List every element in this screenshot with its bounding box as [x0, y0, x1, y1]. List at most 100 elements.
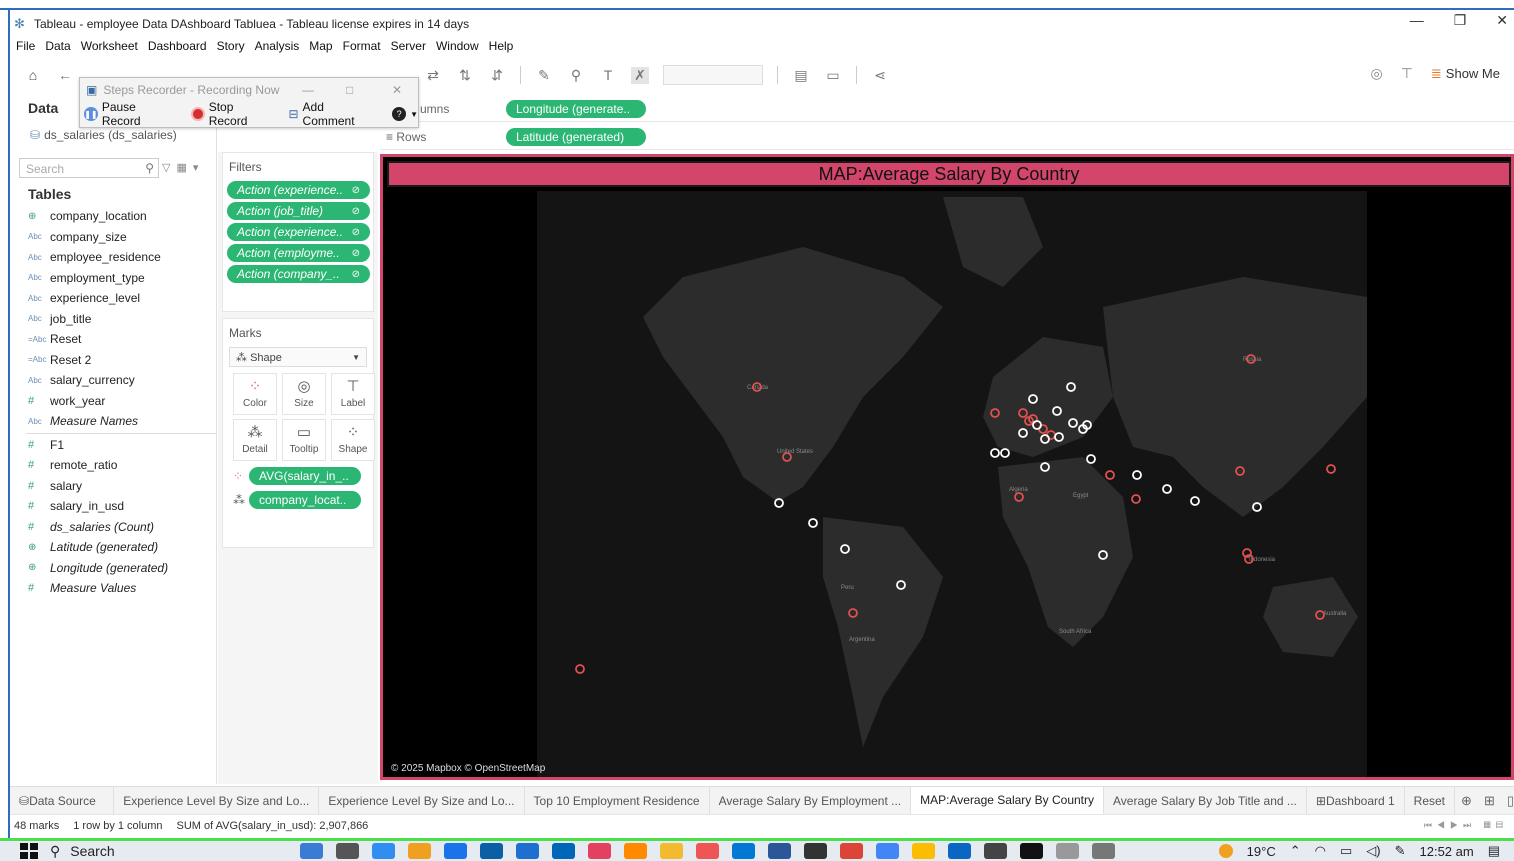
sort-descending-icon[interactable]: ⇵: [488, 67, 506, 84]
taskbar-app-icon[interactable]: [804, 843, 827, 859]
field-item[interactable]: # ds_salaries (Count): [26, 517, 216, 538]
field-item[interactable]: Abc company_size: [26, 227, 216, 248]
sheet-tab[interactable]: Top 10 Employment Residence: [525, 787, 710, 814]
taskbar-app-icon[interactable]: [480, 843, 503, 859]
taskbar-app-icon[interactable]: [552, 843, 575, 859]
share-icon[interactable]: ⋖: [871, 67, 889, 84]
menu-map[interactable]: Map: [309, 39, 332, 53]
new-dashboard-icon[interactable]: ⊞: [1484, 793, 1495, 809]
taskbar-app-icon[interactable]: [588, 843, 611, 859]
field-search-input[interactable]: Search ⚲: [19, 158, 159, 178]
windows-start-icon[interactable]: [20, 843, 38, 859]
filter-pill[interactable]: Action (employme.. ⊘: [227, 244, 370, 262]
field-item[interactable]: Abc salary_currency: [26, 370, 216, 391]
color-button[interactable]: ⁘ Color: [233, 373, 277, 415]
taskbar-app-icon[interactable]: [1092, 843, 1115, 859]
mark-pill-avg-salary[interactable]: AVG(salary_in_..: [249, 467, 361, 485]
chevron-up-icon[interactable]: ⌃: [1290, 843, 1301, 859]
taskbar-app-icon[interactable]: [984, 843, 1007, 859]
rows-shelf[interactable]: ≡ Rows Latitude (generated): [380, 124, 1514, 150]
taskbar-app-icon[interactable]: [444, 843, 467, 859]
map-view[interactable]: Canada United States Algeria Egypt Russia Ind…: [380, 154, 1514, 780]
datasource-item[interactable]: ⛁ ds_salaries (ds_salaries): [30, 128, 177, 142]
sheet-tab[interactable]: Average Salary By Job Title and ...: [1104, 787, 1307, 814]
taskbar-app-icon[interactable]: [516, 843, 539, 859]
notifications-icon[interactable]: ▤: [1488, 843, 1500, 859]
menu-server[interactable]: Server: [391, 39, 426, 53]
filter-pill[interactable]: Action (company_.. ⊘: [227, 265, 370, 283]
field-item[interactable]: Abc Measure Names: [26, 411, 216, 432]
menu-dashboard[interactable]: Dashboard: [148, 39, 207, 53]
sheet-tab[interactable]: Experience Level By Size and Lo...: [114, 787, 320, 814]
recorder-minimize-icon[interactable]: —: [302, 83, 314, 97]
help-button[interactable]: ? ▼: [392, 107, 418, 121]
menu-window[interactable]: Window: [436, 39, 479, 53]
minimize-button[interactable]: —: [1410, 12, 1424, 29]
taskbar-app-icon[interactable]: [840, 843, 863, 859]
add-comment-button[interactable]: ⊟ Add Comment: [288, 100, 378, 128]
menu-help[interactable]: Help: [489, 39, 514, 53]
link-icon[interactable]: ⚲: [567, 67, 585, 84]
field-item[interactable]: # Measure Values: [26, 578, 216, 599]
back-icon[interactable]: ←: [56, 67, 74, 83]
taskbar-app-icon[interactable]: [300, 843, 323, 859]
field-item[interactable]: =Abc Reset 2: [26, 350, 216, 371]
menu-format[interactable]: Format: [343, 39, 381, 53]
sheet-nav-arrows[interactable]: ⏮◀▶⏭ ▦▤: [1424, 820, 1508, 831]
field-item[interactable]: Abc employee_residence: [26, 247, 216, 268]
taskbar-search[interactable]: ⚲ Search: [50, 843, 240, 860]
volume-icon[interactable]: ◁): [1366, 843, 1380, 859]
sheet-tab[interactable]: Experience Level By Size and Lo...: [319, 787, 525, 814]
taskbar-app-icon[interactable]: [624, 843, 647, 859]
mark-pill-company-location[interactable]: company_locat..: [249, 491, 361, 509]
recorder-maximize-icon[interactable]: □: [346, 83, 353, 97]
new-worksheet-icon[interactable]: ⊕: [1461, 793, 1472, 809]
fit-dropdown[interactable]: [663, 65, 763, 85]
menu-file[interactable]: File: [16, 39, 35, 53]
taskbar-app-icon[interactable]: [696, 843, 719, 859]
weather-icon[interactable]: [1218, 844, 1233, 858]
filter-pill[interactable]: Action (experience.. ⊘: [227, 181, 370, 199]
taskbar-app-icon[interactable]: [660, 843, 683, 859]
sheet-tab[interactable]: Average Salary By Employment ...: [710, 787, 912, 814]
pause-record-button[interactable]: ❚❚ Pause Record: [84, 100, 177, 128]
stop-record-button[interactable]: Stop Record: [190, 100, 275, 128]
taskbar-app-icon[interactable]: [768, 843, 791, 859]
wifi-icon[interactable]: ◠: [1315, 843, 1326, 859]
field-item[interactable]: Abc experience_level: [26, 288, 216, 309]
taskbar-app-icon[interactable]: [1020, 843, 1043, 859]
tab-data-source[interactable]: ⛁ Data Source: [10, 787, 115, 814]
presentation-icon[interactable]: ▭: [824, 67, 842, 84]
recorder-close-icon[interactable]: ✕: [392, 83, 402, 97]
taskbar-app-icon[interactable]: [876, 843, 899, 859]
map-credit[interactable]: © 2025 Mapbox © OpenStreetMap: [391, 763, 545, 774]
sort-ascending-icon[interactable]: ⇅: [456, 67, 474, 84]
battery-icon[interactable]: ▭: [1340, 843, 1352, 859]
field-item[interactable]: ⊕ Latitude (generated): [26, 537, 216, 558]
sheet-tab[interactable]: Reset: [1405, 787, 1456, 814]
taskbar-app-icon[interactable]: [336, 843, 359, 859]
field-item[interactable]: # salary: [26, 476, 216, 497]
labels-icon[interactable]: ▤: [792, 67, 810, 84]
field-item[interactable]: # F1: [26, 435, 216, 456]
pin-icon[interactable]: ⊤: [1401, 65, 1413, 82]
field-item[interactable]: =Abc Reset: [26, 329, 216, 350]
field-item[interactable]: Abc job_title: [26, 309, 216, 330]
label-button[interactable]: ⊤ Label: [331, 373, 375, 415]
maximize-button[interactable]: ❐: [1454, 12, 1467, 29]
filter-pill[interactable]: Action (job_title) ⊘: [227, 202, 370, 220]
field-filter-tools[interactable]: ▽▦▾: [162, 161, 204, 174]
shape-button[interactable]: ⁘ Shape: [331, 419, 375, 461]
sheet-tab[interactable]: ⊞ Dashboard 1: [1307, 787, 1405, 814]
taskbar-app-icon[interactable]: [732, 843, 755, 859]
size-button[interactable]: ◎ Size: [282, 373, 326, 415]
columns-shelf[interactable]: umns Longitude (generate..: [380, 96, 1514, 122]
menu-analysis[interactable]: Analysis: [255, 39, 300, 53]
field-item[interactable]: # remote_ratio: [26, 455, 216, 476]
close-button[interactable]: ✕: [1496, 12, 1508, 29]
world-map[interactable]: CanadaUnited StatesAlgeriaEgyptRussiaInd…: [383, 157, 1511, 777]
field-item[interactable]: ⊕ company_location: [26, 206, 216, 227]
swap-icon[interactable]: ⇄: [424, 67, 442, 84]
field-item[interactable]: ⊕ Longitude (generated): [26, 558, 216, 579]
field-item[interactable]: Abc employment_type: [26, 268, 216, 289]
